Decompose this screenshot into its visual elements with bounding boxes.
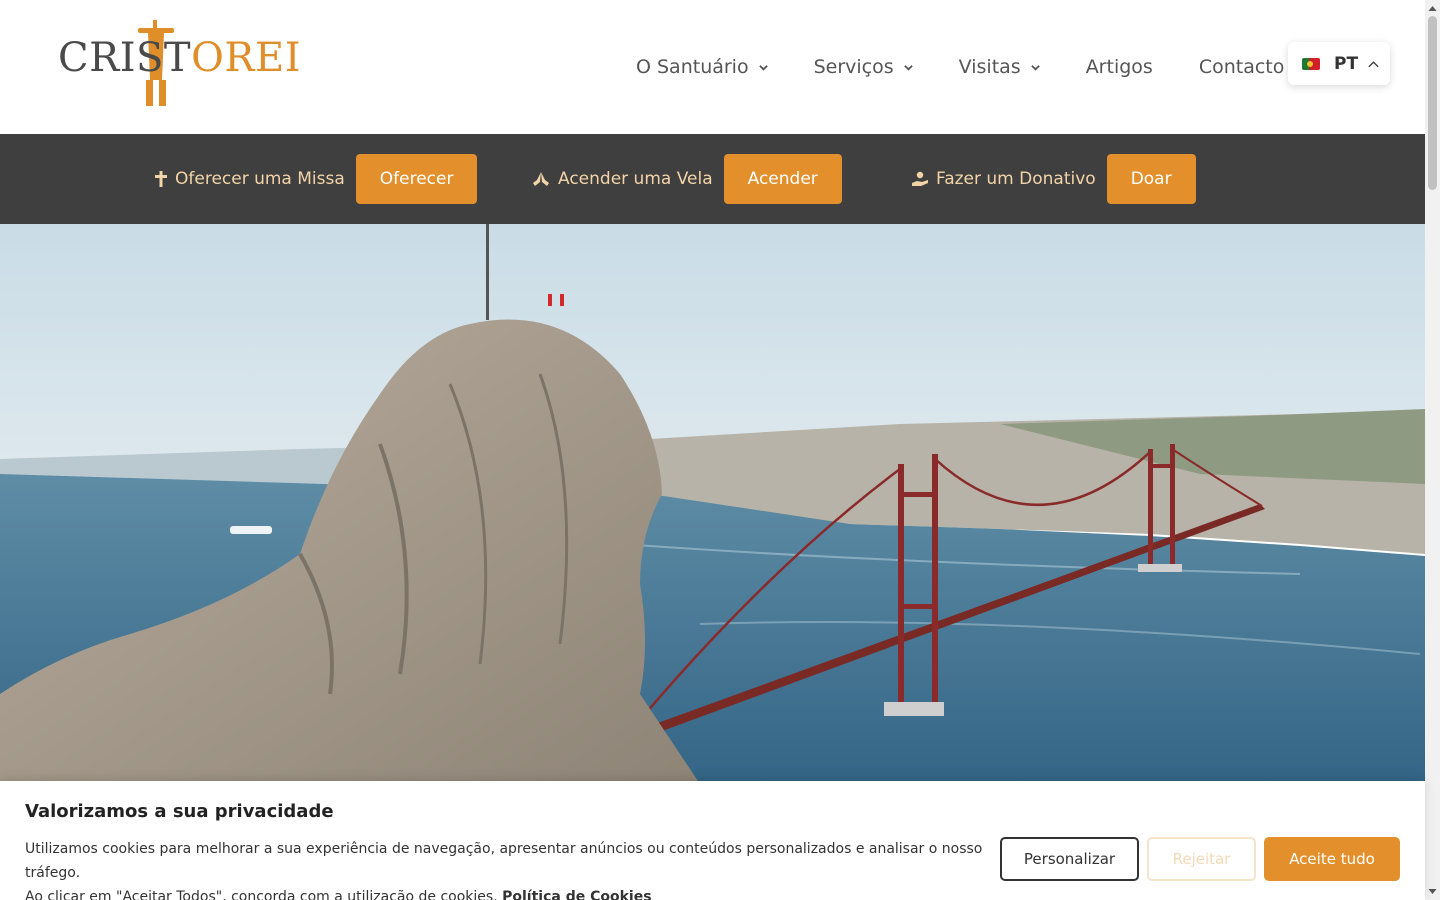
- cookie-policy-link[interactable]: Política de Cookies: [502, 889, 651, 900]
- donation-action-bar: Oferecer uma Missa Oferecer Acender uma …: [0, 134, 1425, 224]
- cookie-consent-banner: Valorizamos a sua privacidade Utilizamos…: [0, 781, 1425, 900]
- offer-button[interactable]: Oferecer: [355, 154, 478, 204]
- nav-label: Contacto: [1198, 56, 1285, 78]
- praying-hands-icon: [533, 172, 549, 186]
- cross-icon: [155, 171, 167, 187]
- nav-item-visitas[interactable]: Visitas: [959, 56, 1040, 78]
- language-label: PT: [1334, 53, 1359, 74]
- logo-text-rei: REI: [224, 35, 302, 81]
- chevron-down-icon: [903, 64, 913, 71]
- action-label: Oferecer uma Missa: [175, 169, 345, 189]
- cookie-text-line-2-wrap: Ao clicar em "Aceitar Todos", concorda c…: [25, 885, 985, 900]
- donate-hand-icon: [912, 171, 928, 186]
- scroll-down-arrow-icon[interactable]: [1428, 888, 1437, 896]
- cookie-text-line-1: Utilizamos cookies para melhorar a sua e…: [25, 841, 983, 881]
- light-candle-button[interactable]: Acender: [723, 154, 842, 204]
- logo-text-cristo: CRIST: [58, 35, 192, 81]
- nav-item-servicos[interactable]: Serviços: [814, 56, 913, 78]
- nav-label: Artigos: [1085, 56, 1153, 78]
- nav-item-contacto[interactable]: Contacto: [1199, 56, 1285, 78]
- reject-cookies-button[interactable]: Rejeitar: [1147, 837, 1256, 881]
- cookie-title: Valorizamos a sua privacidade: [25, 801, 334, 822]
- nav-label: Visitas: [958, 56, 1021, 78]
- logo-text-o: O: [191, 35, 225, 81]
- portugal-flag-icon: [1302, 57, 1320, 70]
- site-header: CRISTOREI O Santuário Serviços Visitas A…: [0, 0, 1425, 134]
- scrollbar-thumb[interactable]: [1428, 16, 1437, 190]
- cookie-text-line-2: Ao clicar em "Aceitar Todos", concorda c…: [25, 889, 498, 900]
- action-light-candle: Acender uma Vela Acender: [532, 154, 842, 204]
- customize-cookies-button[interactable]: Personalizar: [1000, 837, 1139, 881]
- chevron-down-icon: [758, 64, 768, 71]
- scroll-up-arrow-icon[interactable]: [1428, 4, 1437, 12]
- accept-all-cookies-button[interactable]: Aceite tudo: [1264, 837, 1400, 881]
- nav-label: Serviços: [813, 56, 894, 78]
- donate-button[interactable]: Doar: [1106, 154, 1196, 204]
- nav-label: O Santuário: [636, 56, 749, 78]
- language-selector[interactable]: PT: [1288, 42, 1390, 85]
- page-scrollbar[interactable]: [1425, 0, 1440, 900]
- nav-item-artigos[interactable]: Artigos: [1086, 56, 1153, 78]
- main-nav: O Santuário Serviços Visitas Artigos Con…: [636, 52, 1284, 82]
- nav-item-santuario[interactable]: O Santuário: [636, 56, 768, 78]
- chevron-up-icon: [1368, 60, 1379, 67]
- action-donate: Fazer um Donativo Doar: [912, 154, 1196, 204]
- action-label: Fazer um Donativo: [936, 169, 1096, 189]
- action-label: Acender uma Vela: [558, 169, 713, 189]
- cristo-rei-logo[interactable]: CRISTOREI: [58, 20, 301, 112]
- chevron-down-icon: [1030, 64, 1040, 71]
- cookie-description: Utilizamos cookies para melhorar a sua e…: [25, 837, 985, 900]
- action-offer-mass: Oferecer uma Missa Oferecer: [155, 154, 478, 204]
